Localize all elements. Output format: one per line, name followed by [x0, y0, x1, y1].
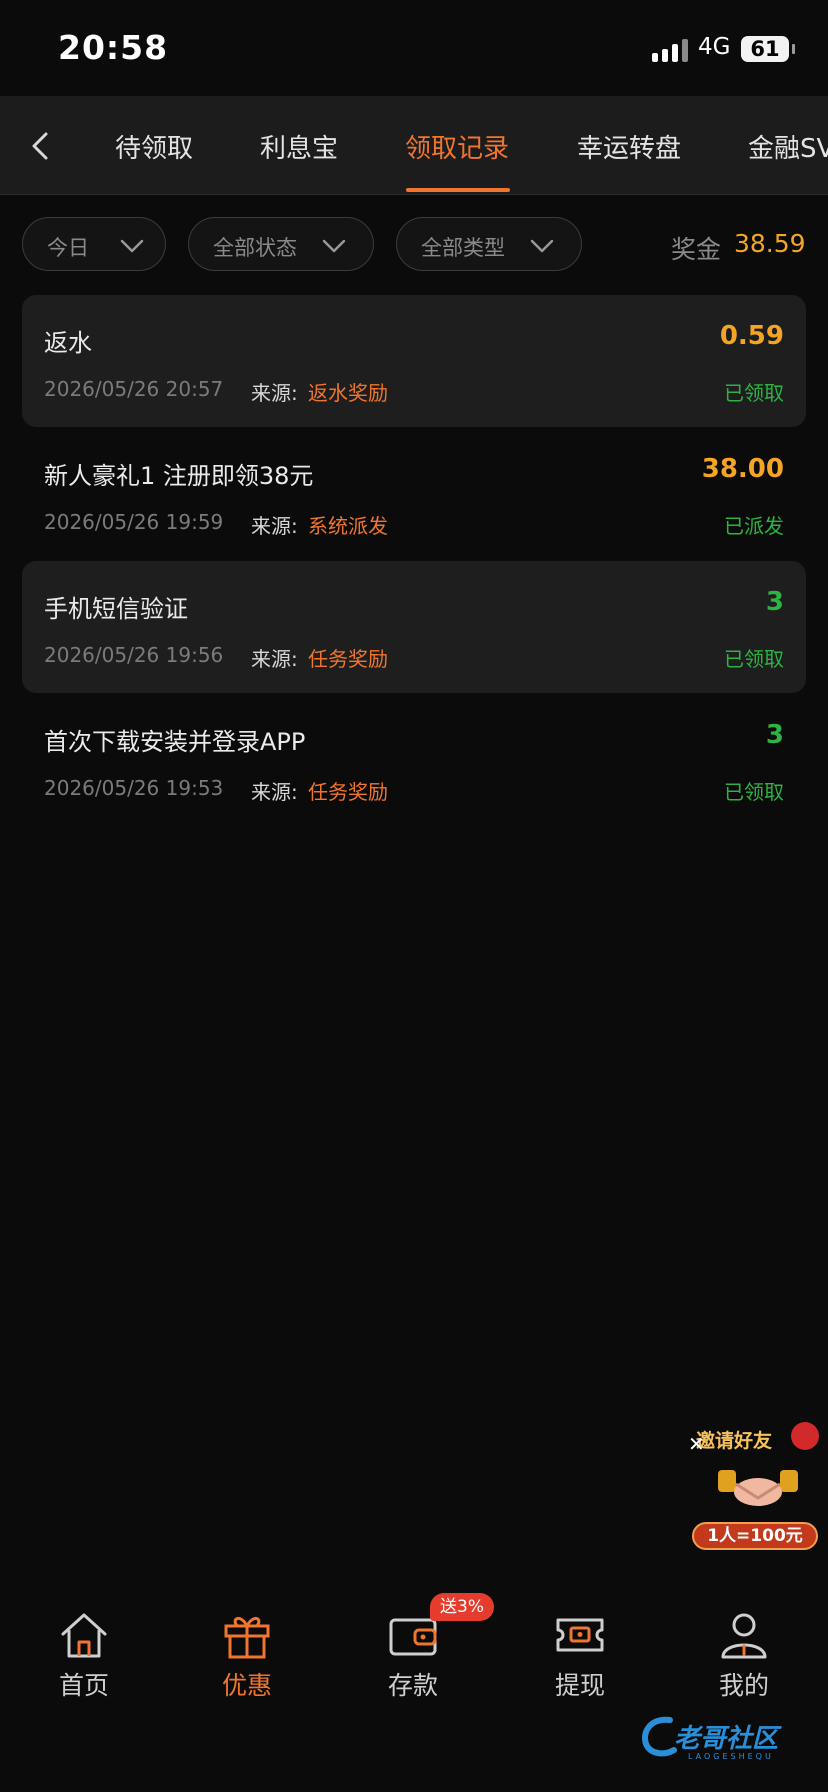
record-source: 任务奖励: [308, 647, 388, 671]
deposit-bonus-badge: 送3%: [430, 1593, 494, 1621]
nav-promotions[interactable]: 优惠: [197, 1610, 297, 1720]
record-time: 2026/05/26 19:53: [44, 776, 224, 800]
record-amount: 3: [765, 720, 784, 750]
record-time: 2026/05/26 19:59: [44, 510, 224, 534]
tab-finance[interactable]: 金融SV: [748, 128, 828, 165]
nav-label: 优惠: [221, 1671, 272, 1700]
record-time: 2026/05/26 19:56: [44, 643, 224, 667]
close-icon[interactable]: ✕: [688, 1432, 705, 1456]
date-filter-dropdown[interactable]: 今日: [22, 217, 166, 271]
promo-title: 邀请好友: [696, 1430, 773, 1452]
nav-profile[interactable]: 我的: [694, 1610, 794, 1720]
type-filter-label: 全部类型: [421, 236, 505, 260]
watermark-subtext: LAOGESHEQU: [688, 1752, 774, 1761]
record-amount: 3: [765, 587, 784, 617]
record-item[interactable]: 手机短信验证 3 2026/05/26 19:56 来源: 任务奖励 已领取: [22, 561, 806, 693]
handshake-icon: [718, 1470, 798, 1506]
status-time: 20:58: [58, 28, 169, 67]
type-filter-dropdown[interactable]: 全部类型: [396, 217, 582, 271]
tab-lucky-wheel[interactable]: 幸运转盘: [577, 128, 681, 165]
back-arrow-icon[interactable]: [22, 126, 62, 166]
record-source-label: 来源:: [251, 780, 298, 804]
status-filter-label: 全部状态: [213, 236, 297, 260]
home-icon: [61, 1613, 107, 1658]
nav-withdraw[interactable]: 提现: [530, 1610, 630, 1720]
tab-claim-records[interactable]: 领取记录: [405, 128, 509, 165]
nav-label: 存款: [387, 1671, 438, 1700]
invite-friends-floating-banner[interactable]: 邀请好友 ✕ 1人=100元: [688, 1418, 822, 1554]
record-source: 任务奖励: [308, 780, 388, 804]
nav-deposit[interactable]: 存款: [363, 1610, 463, 1720]
record-source: 系统派发: [308, 514, 388, 538]
record-amount: 38.00: [701, 454, 784, 484]
record-title: 手机短信验证: [44, 595, 188, 623]
chevron-down-icon: [530, 239, 554, 253]
nav-label: 提现: [554, 1671, 605, 1700]
nav-label: 首页: [58, 1671, 109, 1700]
date-filter-label: 今日: [47, 236, 89, 260]
chevron-down-icon: [120, 239, 144, 253]
battery-icon: 61: [741, 36, 795, 62]
network-type: 4G: [698, 34, 731, 60]
record-status: 已领取: [724, 381, 784, 405]
tab-interest[interactable]: 利息宝: [260, 128, 338, 165]
record-status: 已领取: [724, 780, 784, 804]
promo-tab-bar: 待领取 利息宝 领取记录 幸运转盘 金融SV: [0, 96, 828, 195]
record-source: 返水奖励: [308, 381, 388, 405]
record-status: 已领取: [724, 647, 784, 671]
record-title: 返水: [44, 329, 92, 357]
chevron-down-icon: [322, 239, 346, 253]
cellular-signal-icon: [652, 38, 690, 62]
active-tab-indicator: [406, 188, 510, 192]
bonus-label: 奖金: [671, 235, 722, 264]
profile-icon: [721, 1613, 767, 1659]
record-source-label: 来源:: [251, 647, 298, 671]
status-bar: 20:58 4G 61: [0, 0, 828, 96]
record-item[interactable]: 新人豪礼1 注册即领38元 38.00 2026/05/26 19:59 来源:…: [22, 428, 806, 560]
nav-label: 我的: [718, 1671, 769, 1700]
gift-icon: [224, 1617, 270, 1659]
promo-reward-pill: 1人=100元: [692, 1522, 818, 1550]
record-amount: 0.59: [719, 321, 784, 351]
record-item[interactable]: 首次下载安装并登录APP 3 2026/05/26 19:53 来源: 任务奖励…: [22, 694, 806, 826]
status-filter-dropdown[interactable]: 全部状态: [188, 217, 374, 271]
bonus-total: 38.59: [734, 229, 806, 258]
record-title: 新人豪礼1 注册即领38元: [44, 462, 314, 490]
record-status: 已派发: [724, 514, 784, 538]
record-source-label: 来源:: [251, 381, 298, 405]
record-time: 2026/05/26 20:57: [44, 377, 224, 401]
watermark-text: 老哥社区: [674, 1724, 779, 1754]
tab-pending[interactable]: 待领取: [115, 128, 193, 165]
withdraw-ticket-icon: [556, 1618, 604, 1652]
record-item[interactable]: 返水 0.59 2026/05/26 20:57 来源: 返水奖励 已领取: [22, 295, 806, 427]
record-source-label: 来源:: [251, 514, 298, 538]
watermark-logo: 老哥社区 LAOGESHEQU: [640, 1712, 815, 1770]
notification-dot: [791, 1422, 819, 1450]
record-title: 首次下载安装并登录APP: [44, 728, 306, 756]
nav-home[interactable]: 首页: [34, 1610, 134, 1720]
